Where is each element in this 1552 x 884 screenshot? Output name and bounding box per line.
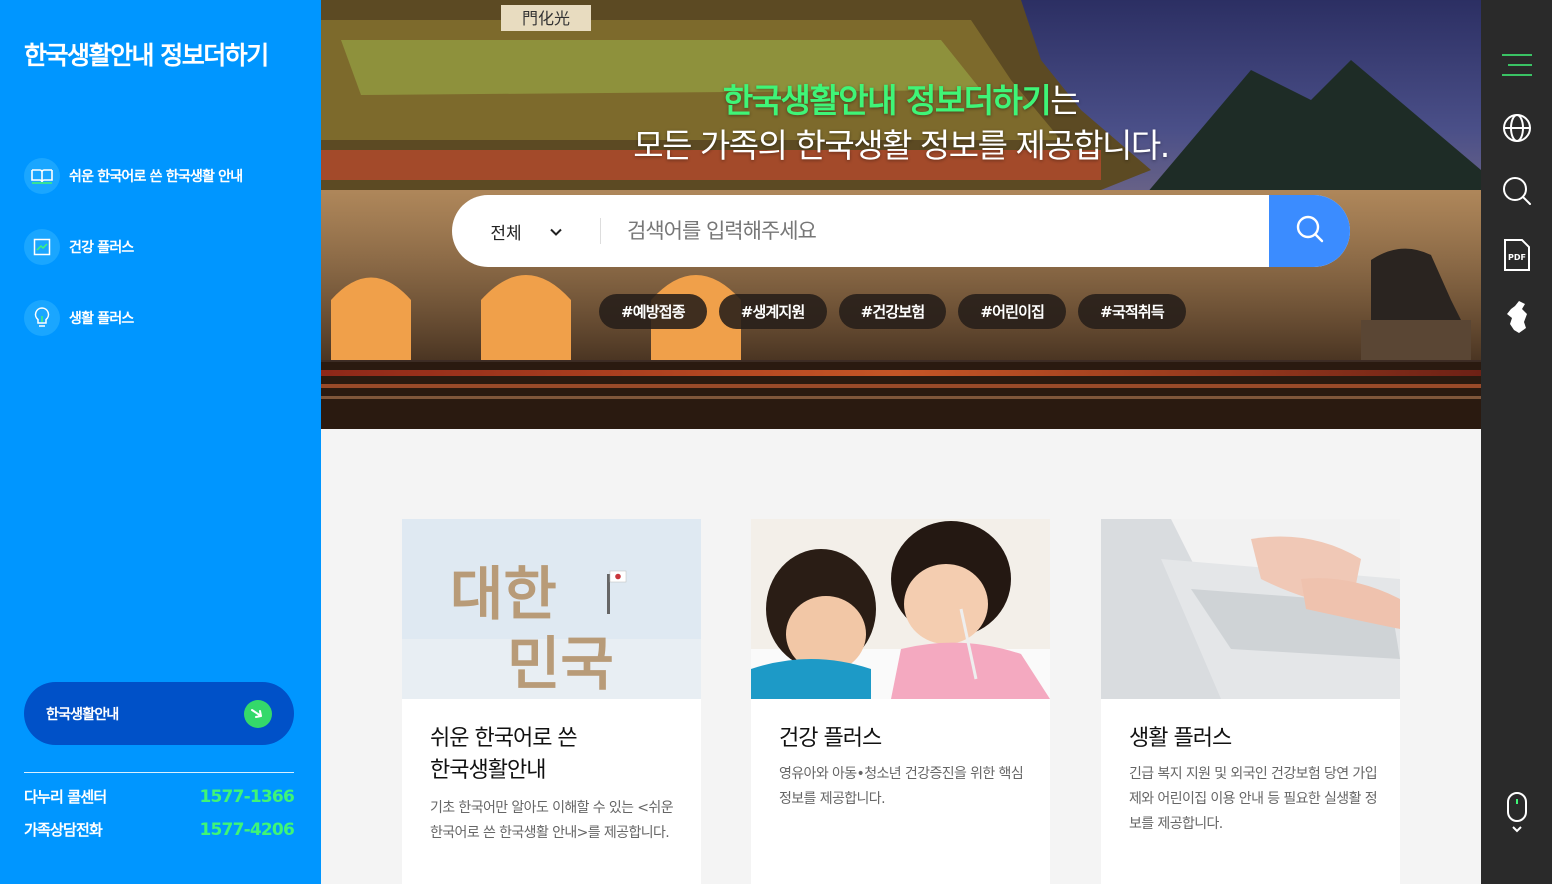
lightbulb-icon bbox=[24, 300, 60, 336]
contact-number[interactable]: 1577-4206 bbox=[200, 820, 295, 840]
card-life-plus[interactable]: 생활 플러스 긴급 복지 지원 및 외국인 건강보험 당연 가입제와 어린이집 … bbox=[1101, 519, 1400, 884]
right-rail: PDF bbox=[1481, 0, 1552, 884]
korea-guide-button[interactable]: 한국생활안내 bbox=[24, 682, 294, 745]
search-input[interactable] bbox=[601, 195, 1269, 267]
image-text-minguk: 민국 bbox=[507, 630, 614, 698]
card-title-line1: 생활 플러스 bbox=[1129, 726, 1232, 751]
search-category-select[interactable]: 전체 bbox=[452, 195, 600, 267]
korea-letters-image: 대한 민국 bbox=[402, 519, 701, 699]
nav-label-life-plus: 생활 플러스 bbox=[69, 311, 134, 327]
site-title[interactable]: 한국생활안내 정보더하기 bbox=[24, 36, 269, 72]
card-description: 기초 한국어만 알아도 이해할 수 있는 <쉬운 한국어로 쓴 한국생활 안내>… bbox=[430, 800, 674, 841]
search-icon[interactable] bbox=[1502, 176, 1532, 206]
card-title: 생활 플러스 bbox=[1129, 723, 1379, 755]
pdf-icon-label: PDF bbox=[1508, 253, 1526, 262]
card-title: 건강 플러스 bbox=[779, 723, 1029, 755]
book-icon bbox=[24, 158, 60, 194]
sidebar-nav: 쉬운 한국어로 쓴 한국생활 안내 건강 플러스 생활 플러스 bbox=[24, 158, 243, 371]
card-health-plus[interactable]: 건강 플러스 영유아와 아동•청소년 건강증진을 위한 핵심 정보를 제공합니다… bbox=[751, 519, 1050, 884]
card-title-line1: 쉬운 한국어로 쓴 bbox=[430, 726, 578, 751]
hashtag-naturalization[interactable]: #국적취득 bbox=[1078, 294, 1186, 329]
card-description: 긴급 복지 지원 및 외국인 건강보험 당연 가입제와 어린이집 이용 안내 등… bbox=[1129, 766, 1378, 832]
contact-label: 다누리 콜센터 bbox=[24, 788, 107, 806]
hero-subtitle: 모든 가족의 한국생활 정보를 제공합니다. bbox=[633, 126, 1170, 165]
hero-title-highlight: 한국생활안내 정보더하기 bbox=[722, 81, 1052, 120]
contact-label: 가족상담전화 bbox=[24, 821, 103, 839]
nav-item-life-plus[interactable]: 생활 플러스 bbox=[24, 300, 242, 336]
arrow-right-icon bbox=[244, 699, 272, 728]
card-title-line2: 한국생활안내 bbox=[430, 758, 546, 783]
hashtag-list: #예방접종 #생계지원 #건강보험 #어린이집 #국적취득 bbox=[599, 294, 1186, 329]
children-studying-image bbox=[751, 519, 1050, 699]
card-easy-korean[interactable]: 대한 민국 쉬운 한국어로 쓴 한국생활안내 기초 한국어만 알아도 이해할 수… bbox=[402, 519, 701, 884]
hero-banner: 門化光 한국생활안내 정보더하기는 모든 가족의 한국생활 정보를 제공합니다.… bbox=[321, 0, 1481, 429]
card-title: 쉬운 한국어로 쓴 한국생활안내 bbox=[430, 723, 680, 787]
nav-label-easy-korean: 쉬운 한국어로 쓴 한국생활 안내 bbox=[69, 169, 243, 185]
contact-number[interactable]: 1577-1366 bbox=[200, 787, 295, 807]
image-text-daehan: 대한 bbox=[450, 560, 557, 628]
hero-title-line1: 한국생활안내 정보더하기는 bbox=[321, 78, 1481, 123]
hero-title-suffix: 는 bbox=[1050, 81, 1080, 120]
hashtag-daycare[interactable]: #어린이집 bbox=[958, 294, 1067, 329]
laptop-typing-image bbox=[1101, 519, 1400, 699]
gate-sign-text: 門化光 bbox=[522, 9, 570, 28]
search-icon bbox=[1295, 214, 1325, 248]
search-button[interactable] bbox=[1269, 195, 1350, 267]
pdf-icon[interactable]: PDF bbox=[1502, 239, 1532, 271]
hashtag-health-insurance[interactable]: #건강보험 bbox=[838, 294, 947, 329]
card-title-line1: 건강 플러스 bbox=[779, 726, 882, 751]
korea-guide-button-label: 한국생활안내 bbox=[46, 706, 119, 723]
nav-label-health-plus: 건강 플러스 bbox=[69, 240, 134, 256]
search-bar: 전체 bbox=[452, 195, 1350, 267]
chart-icon bbox=[24, 229, 60, 265]
hero-title: 한국생활안내 정보더하기는 모든 가족의 한국생활 정보를 제공합니다. bbox=[321, 78, 1481, 168]
mouse-scroll-icon[interactable] bbox=[1502, 792, 1532, 834]
sidebar: 한국생활안내 정보더하기 쉬운 한국어로 쓴 한국생활 안내 건강 플러스 생활… bbox=[0, 0, 321, 884]
globe-icon[interactable] bbox=[1502, 113, 1532, 143]
hashtag-vaccination[interactable]: #예방접종 bbox=[599, 294, 707, 329]
chevron-down-icon bbox=[549, 221, 562, 241]
contact-danuri: 다누리 콜센터 1577-1366 bbox=[24, 786, 295, 807]
nav-item-health-plus[interactable]: 건강 플러스 bbox=[24, 229, 242, 265]
menu-icon[interactable] bbox=[1502, 50, 1532, 80]
hashtag-livelihood-support[interactable]: #생계지원 bbox=[718, 294, 827, 329]
korea-map-icon[interactable] bbox=[1502, 301, 1532, 333]
nav-item-easy-korean[interactable]: 쉬운 한국어로 쓴 한국생활 안내 bbox=[24, 158, 243, 194]
contact-family-counseling: 가족상담전화 1577-4206 bbox=[24, 819, 295, 840]
card-description: 영유아와 아동•청소년 건강증진을 위한 핵심 정보를 제공합니다. bbox=[779, 766, 1024, 807]
sidebar-divider bbox=[24, 772, 294, 773]
search-category-value: 전체 bbox=[490, 223, 522, 244]
